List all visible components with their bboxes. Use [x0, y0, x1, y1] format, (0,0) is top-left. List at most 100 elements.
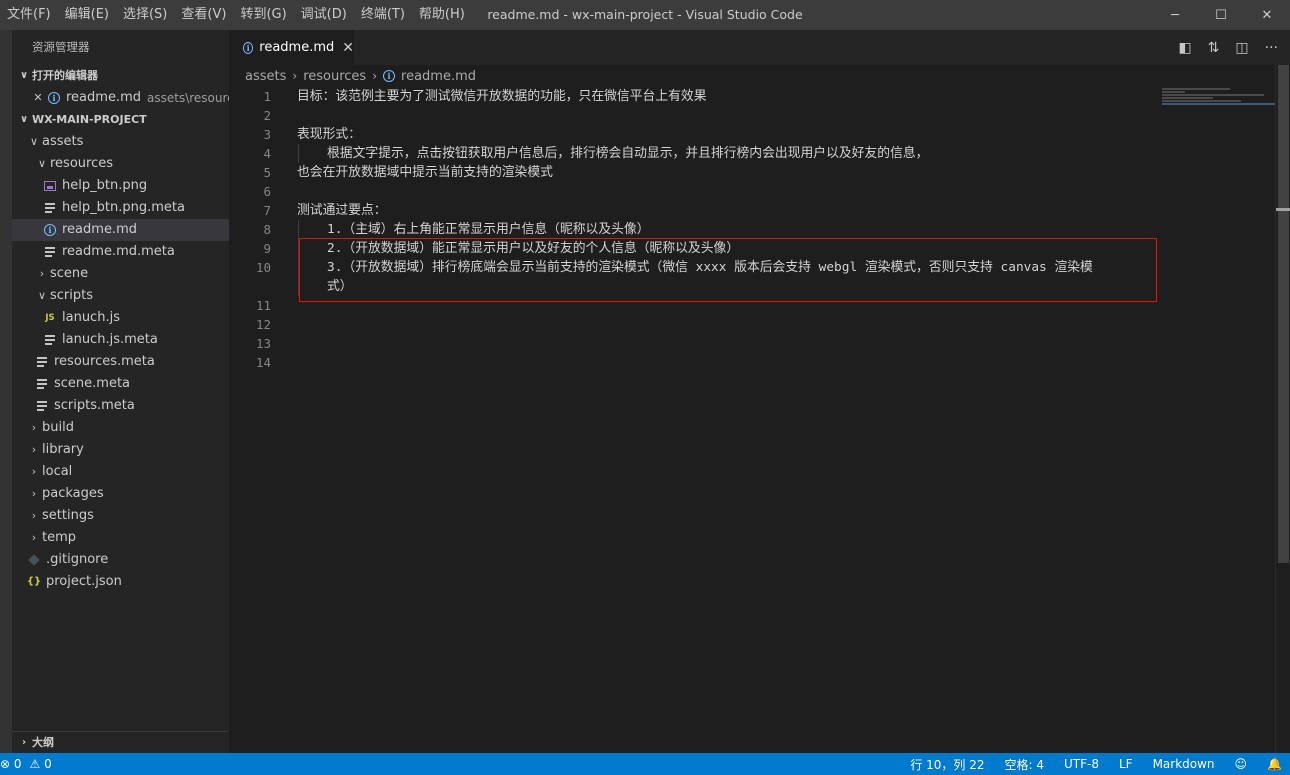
feedback-smiley-icon[interactable]: ☺ [1235, 757, 1248, 771]
indentation[interactable]: 空格: 4 [1004, 756, 1044, 773]
tree-folder-temp[interactable]: › temp [12, 527, 229, 549]
chevron-right-icon: › [31, 531, 37, 544]
tab-label: readme.md [259, 40, 335, 55]
close-icon[interactable]: ✕ [342, 40, 354, 56]
outline-header[interactable]: › 大纲 [12, 731, 229, 753]
tree-label: help_btn.png.meta [62, 200, 185, 215]
tree-folder-resources[interactable]: ∨ resources [12, 153, 229, 175]
status-right: 行 10，列 22 空格: 4 UTF-8 LF Markdown ☺ 🔔 [910, 753, 1282, 775]
tree-folder-library[interactable]: › library [12, 439, 229, 461]
text-file-icon [34, 401, 50, 411]
info-icon: i [383, 70, 396, 82]
chevron-right-icon: › [31, 443, 37, 456]
tree-file-resources-meta[interactable]: resources.meta [12, 351, 229, 373]
tree-folder-local[interactable]: › local [12, 461, 229, 483]
tree-folder-build[interactable]: › build [12, 417, 229, 439]
line-number: 12 [255, 317, 271, 332]
annotation-highlight-box [299, 238, 1157, 302]
code-editor[interactable]: 1 2 3 4 5 6 7 8 9 10 11 12 13 14 目标：该范例主… [229, 87, 1275, 753]
tree-label: build [42, 420, 74, 435]
chevron-right-icon: › [21, 736, 27, 748]
menu-view[interactable]: 查看(V) [174, 0, 233, 30]
tree-label: lanuch.js [62, 310, 120, 325]
tree-file-help-btn-meta[interactable]: help_btn.png.meta [12, 197, 229, 219]
tree-label: scripts [50, 288, 93, 303]
breadcrumb-item[interactable]: readme.md [401, 69, 476, 84]
line-number: 4 [263, 146, 271, 161]
end-of-line[interactable]: LF [1119, 757, 1133, 771]
minimap-line [1162, 100, 1242, 102]
menu-file[interactable]: 文件(F) [0, 0, 58, 30]
tree-label: local [42, 464, 73, 479]
more-actions-icon[interactable]: ··· [1265, 40, 1278, 56]
cursor-position[interactable]: 行 10，列 22 [910, 756, 984, 773]
project-header[interactable]: ∨ WX-MAIN-PROJECT [12, 109, 229, 131]
tree-folder-scene[interactable]: › scene [12, 263, 229, 285]
line-number: 7 [263, 203, 271, 218]
split-editor-icon[interactable]: ◫ [1235, 40, 1248, 56]
notifications-bell-icon[interactable]: 🔔 [1267, 757, 1282, 771]
open-editor-item[interactable]: ✕ i readme.md assets\resources [12, 87, 229, 109]
tree-file-help-btn-png[interactable]: help_btn.png [12, 175, 229, 197]
menu-selection[interactable]: 选择(S) [116, 0, 174, 30]
status-bar: ⊗ 0 ⚠ 0 行 10，列 22 空格: 4 UTF-8 LF Markdow… [0, 753, 1290, 775]
maximize-button[interactable]: ☐ [1198, 0, 1244, 30]
tree-file-readme-md[interactable]: i readme.md [12, 219, 229, 241]
problems-warnings[interactable]: ⚠ 0 [30, 757, 52, 771]
menu-debug[interactable]: 调试(D) [294, 0, 354, 30]
text-file-icon [42, 335, 58, 345]
info-file-icon: i [42, 224, 58, 236]
vertical-scrollbar[interactable] [1275, 65, 1290, 753]
file-encoding[interactable]: UTF-8 [1064, 757, 1099, 771]
line-number: 8 [263, 222, 271, 237]
chevron-right-icon: › [31, 465, 37, 478]
language-mode[interactable]: Markdown [1153, 757, 1215, 771]
chevron-down-icon: ∨ [37, 157, 47, 170]
open-preview-side-icon[interactable]: ◧ [1178, 40, 1191, 56]
tree-folder-assets[interactable]: ∨ assets [12, 131, 229, 153]
tree-folder-settings[interactable]: › settings [12, 505, 229, 527]
line-number: 14 [255, 355, 271, 370]
window-controls: ─ ☐ ✕ [1152, 0, 1290, 30]
problems-errors[interactable]: ⊗ 0 [0, 757, 22, 771]
tree-label: temp [42, 530, 77, 545]
git-file-icon [26, 554, 42, 566]
scrollbar-thumb[interactable] [1278, 65, 1289, 563]
line-number: 10 [255, 260, 271, 275]
chevron-right-icon: › [31, 509, 37, 522]
minimap[interactable] [1162, 87, 1275, 127]
tree-file-readme-meta[interactable]: readme.md.meta [12, 241, 229, 263]
tab-bar: i readme.md ✕ ◧ ⇅ ◫ ··· [229, 30, 1290, 65]
close-icon[interactable]: ✕ [30, 87, 46, 109]
tree-file-project-json[interactable]: {} project.json [12, 571, 229, 593]
line-number: 1 [263, 89, 271, 104]
menu-terminal[interactable]: 终端(T) [354, 0, 412, 30]
text-file-icon [34, 357, 50, 367]
tree-file-gitignore[interactable]: .gitignore [12, 549, 229, 571]
compare-changes-icon[interactable]: ⇅ [1208, 40, 1220, 56]
tab-readme-md[interactable]: i readme.md ✕ [229, 30, 354, 65]
breadcrumb-item[interactable]: assets [245, 69, 286, 84]
tree-file-scripts-meta[interactable]: scripts.meta [12, 395, 229, 417]
line-number: 9 [263, 241, 271, 256]
tree-folder-scripts[interactable]: ∨ scripts [12, 285, 229, 307]
activity-bar [0, 30, 12, 753]
tree-label: readme.md.meta [62, 244, 175, 259]
tree-file-scene-meta[interactable]: scene.meta [12, 373, 229, 395]
minimize-button[interactable]: ─ [1152, 0, 1198, 30]
open-editors-header[interactable]: ∨ 打开的编辑器 [12, 65, 229, 87]
explorer-title: 资源管理器 [32, 40, 90, 54]
tree-file-lanuch-meta[interactable]: lanuch.js.meta [12, 329, 229, 351]
line-number: 13 [255, 336, 271, 351]
close-window-button[interactable]: ✕ [1244, 0, 1290, 30]
tree-folder-packages[interactable]: › packages [12, 483, 229, 505]
breadcrumb-item[interactable]: resources [303, 69, 366, 84]
tree-file-lanuch-js[interactable]: JS lanuch.js [12, 307, 229, 329]
menu-help[interactable]: 帮助(H) [412, 0, 472, 30]
text-file-icon [42, 247, 58, 257]
menu-go[interactable]: 转到(G) [233, 0, 293, 30]
javascript-file-icon: JS [45, 313, 55, 323]
menu-edit[interactable]: 编辑(E) [58, 0, 116, 30]
chevron-down-icon: ∨ [37, 289, 47, 302]
